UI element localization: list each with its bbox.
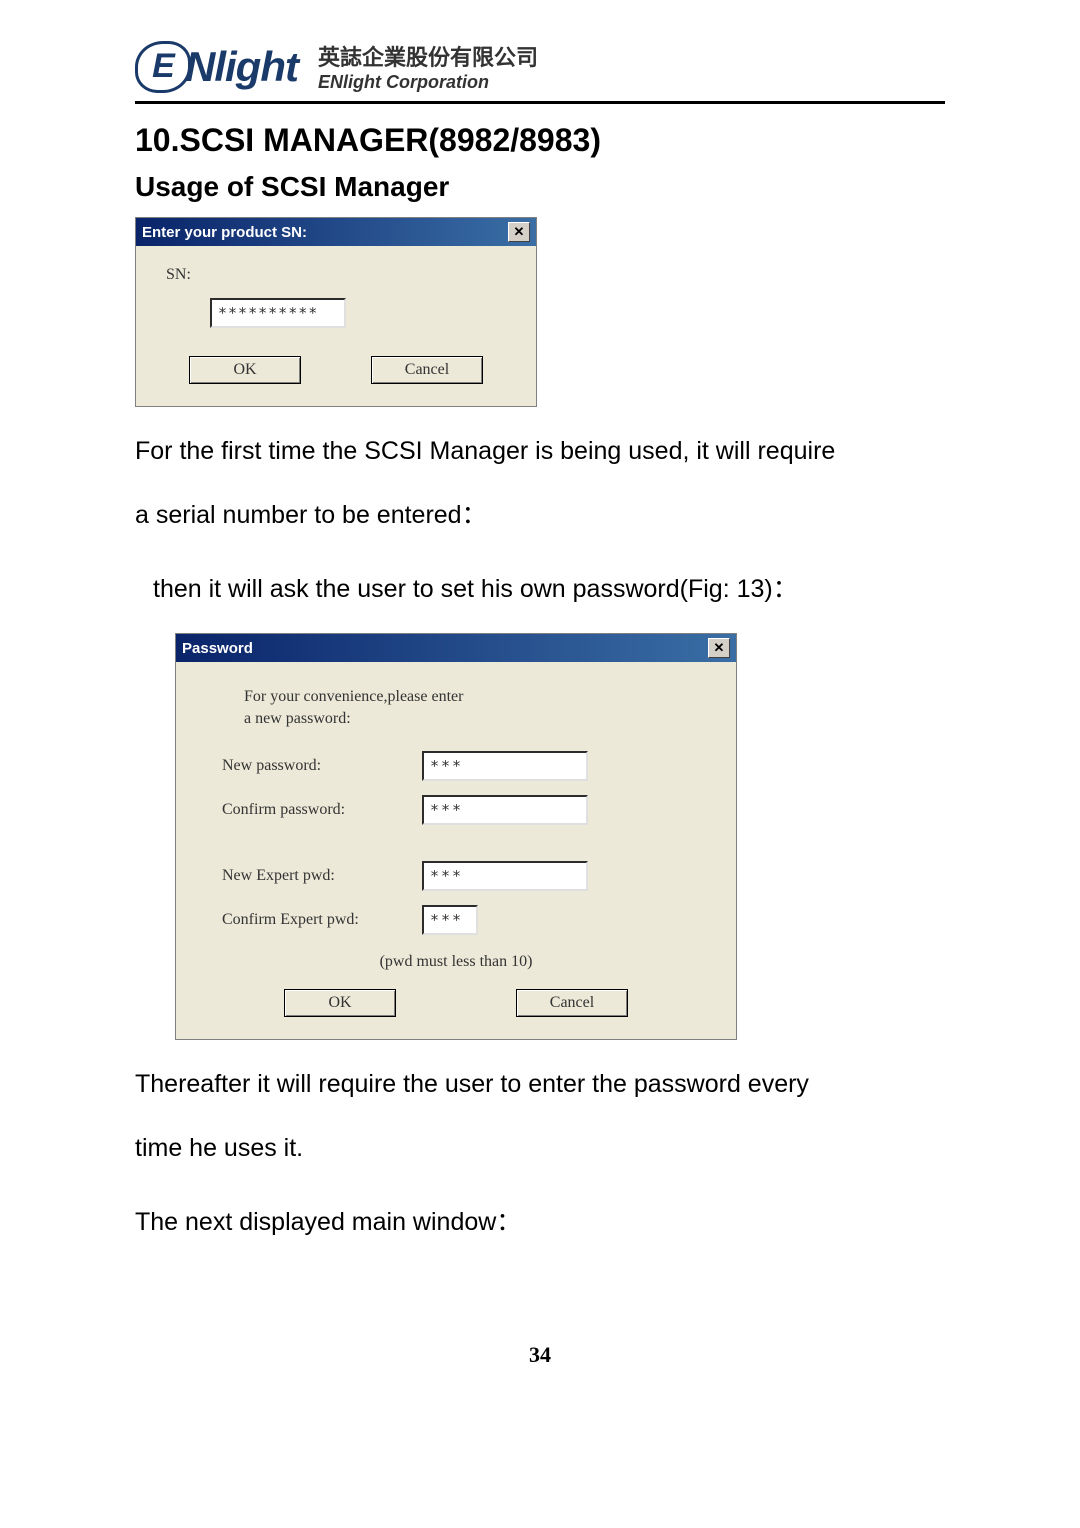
- dialog-title: Password: [182, 640, 253, 657]
- new-password-label: New password:: [222, 757, 422, 775]
- company-block: 英誌企業股份有限公司 ENlight Corporation: [318, 40, 538, 93]
- paragraph: a serial number to be entered：: [135, 485, 945, 545]
- company-name-en: ENlight Corporation: [318, 72, 538, 93]
- dialog-title: Enter your product SN:: [142, 224, 307, 241]
- sn-dialog: Enter your product SN: ✕ SN: ********** …: [135, 217, 537, 407]
- sn-button-row: OK Cancel: [160, 356, 512, 384]
- close-icon[interactable]: ✕: [508, 222, 530, 242]
- sn-dialog-body: SN: ********** OK Cancel: [136, 246, 536, 406]
- paragraph: Thereafter it will require the user to e…: [135, 1054, 945, 1114]
- confirm-expert-label: Confirm Expert pwd:: [222, 911, 422, 929]
- cancel-button[interactable]: Cancel: [371, 356, 483, 384]
- document-page: E Nlight 英誌企業股份有限公司 ENlight Corporation …: [0, 0, 1080, 1428]
- page-header: E Nlight 英誌企業股份有限公司 ENlight Corporation: [135, 40, 945, 104]
- close-icon[interactable]: ✕: [708, 638, 730, 658]
- confirm-password-row: Confirm password: ***: [222, 795, 712, 825]
- expert-password-input[interactable]: ***: [422, 861, 588, 891]
- titlebar: Password ✕: [176, 634, 736, 662]
- confirm-password-label: Confirm password:: [222, 801, 422, 819]
- ok-button[interactable]: OK: [284, 989, 396, 1017]
- titlebar: Enter your product SN: ✕: [136, 218, 536, 246]
- expert-password-row: New Expert pwd: ***: [222, 861, 712, 891]
- expert-password-label: New Expert pwd:: [222, 867, 422, 885]
- company-name-cn: 英誌企業股份有限公司: [318, 40, 538, 72]
- confirm-expert-input[interactable]: ***: [422, 905, 478, 935]
- password-note: (pwd must less than 10): [200, 953, 712, 971]
- subsection-heading: Usage of SCSI Manager: [135, 171, 945, 203]
- sn-label: SN:: [166, 266, 512, 284]
- new-password-row: New password: ***: [222, 751, 712, 781]
- password-dialog-body: For your convenience,please enter a new …: [176, 662, 736, 1039]
- logo-badge: E: [135, 41, 191, 93]
- paragraph: For the first time the SCSI Manager is b…: [135, 421, 945, 481]
- password-intro: For your convenience,please enter a new …: [244, 686, 712, 731]
- page-number: 34: [135, 1342, 945, 1368]
- logo: E Nlight: [135, 41, 298, 93]
- paragraph: The next displayed main window：: [135, 1192, 945, 1252]
- ok-button[interactable]: OK: [189, 356, 301, 384]
- logo-letter: E: [152, 47, 174, 86]
- confirm-expert-row: Confirm Expert pwd: ***: [222, 905, 712, 935]
- new-password-input[interactable]: ***: [422, 751, 588, 781]
- password-button-row: OK Cancel: [200, 989, 712, 1017]
- cancel-button[interactable]: Cancel: [516, 989, 628, 1017]
- sn-input[interactable]: **********: [210, 298, 346, 328]
- paragraph: then it will ask the user to set his own…: [135, 559, 945, 619]
- paragraph: time he uses it.: [135, 1118, 945, 1178]
- logo-text: Nlight: [185, 43, 298, 91]
- confirm-password-input[interactable]: ***: [422, 795, 588, 825]
- section-heading: 10.SCSI MANAGER(8982/8983): [135, 122, 945, 159]
- password-dialog: Password ✕ For your convenience,please e…: [175, 633, 737, 1040]
